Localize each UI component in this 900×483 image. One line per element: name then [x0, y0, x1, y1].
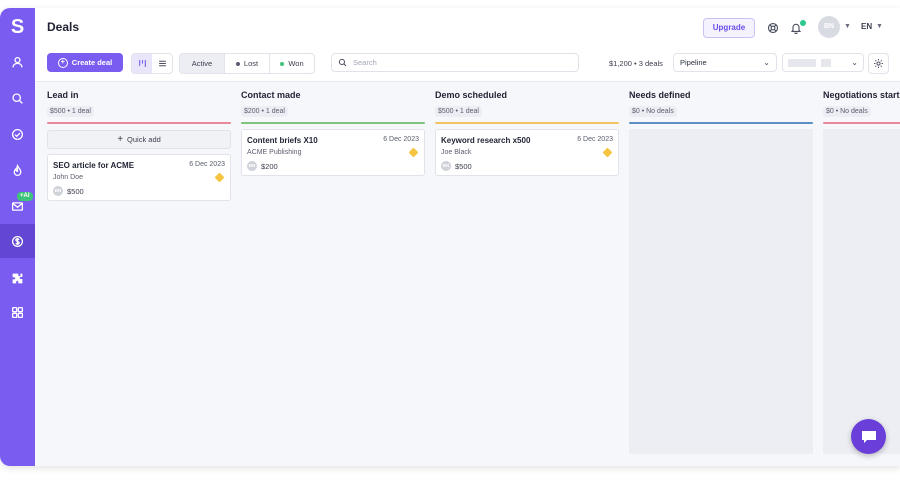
- column-meta: $200 • 1 deal: [241, 106, 288, 117]
- deal-title: SEO article for ACME: [53, 161, 135, 170]
- chevron-down-icon[interactable]: ▼: [876, 23, 883, 30]
- deal-contact[interactable]: Joe Black: [441, 149, 471, 156]
- deal-date: 6 Dec 2023: [189, 161, 225, 168]
- app-window: S +AI Deals Upgrade BN ▼ EN ▼ + Create d…: [0, 8, 900, 466]
- column-color-bar: [241, 122, 425, 124]
- column-lead-in: Lead in $500 • 1 deal + Quick add SEO ar…: [47, 90, 231, 201]
- upgrade-button[interactable]: Upgrade: [703, 18, 755, 38]
- deal-title: Content briefs X10: [247, 136, 318, 145]
- column-needs-defined: Needs defined $0 • No deals: [629, 90, 813, 454]
- priority-diamond-icon: [408, 147, 419, 158]
- column-title: Demo scheduled: [435, 90, 508, 100]
- empty-drop-zone[interactable]: [823, 129, 900, 454]
- chevron-down-icon: ⌄: [763, 58, 770, 67]
- deal-amount: $200: [261, 162, 278, 171]
- column-color-bar: [47, 122, 231, 124]
- column-demo-scheduled: Demo scheduled $500 • 1 deal Keyword res…: [435, 90, 619, 176]
- column-color-bar: [435, 122, 619, 124]
- deal-card[interactable]: Keyword research x500 6 Dec 2023 Joe Bla…: [435, 129, 619, 176]
- column-contact-made: Contact made $200 • 1 deal Content brief…: [241, 90, 425, 176]
- deals-summary: $1,200 • 3 deals: [609, 59, 663, 68]
- deal-amount: $500: [67, 187, 84, 196]
- puzzle-icon[interactable]: [0, 264, 35, 292]
- column-meta: $0 • No deals: [629, 106, 677, 117]
- column-title: Needs defined: [629, 90, 691, 100]
- search-placeholder: Search: [353, 58, 377, 67]
- column-meta: $0 • No deals: [823, 106, 871, 117]
- avatar: BN: [441, 161, 451, 171]
- quick-add-button[interactable]: + Quick add: [47, 130, 231, 149]
- plus-circle-icon: +: [57, 57, 68, 68]
- empty-drop-zone[interactable]: [629, 129, 813, 454]
- column-color-bar: [823, 122, 900, 124]
- pipeline-select[interactable]: Pipeline ⌄: [673, 53, 777, 72]
- sidebar: S +AI: [0, 8, 35, 466]
- deal-title: Keyword research x500: [441, 136, 531, 145]
- chevron-down-icon: ⌄: [851, 58, 858, 67]
- check-circle-icon[interactable]: [0, 120, 35, 148]
- kanban-view-icon[interactable]: [132, 54, 152, 73]
- deal-contact[interactable]: John Doe: [53, 174, 83, 181]
- won-dot: [280, 61, 285, 66]
- deal-card[interactable]: SEO article for ACME 6 Dec 2023 John Doe…: [47, 154, 231, 201]
- deal-amount: $500: [455, 162, 472, 171]
- mail-icon[interactable]: [0, 192, 35, 220]
- gear-icon: [874, 59, 883, 68]
- column-title: Contact made: [241, 90, 301, 100]
- notification-dot: [800, 20, 806, 26]
- priority-diamond-icon: [602, 147, 613, 158]
- page-title: Deals: [47, 20, 80, 34]
- fire-icon[interactable]: [0, 156, 35, 184]
- column-title: Lead in: [47, 90, 79, 100]
- column-meta: $500 • 1 deal: [435, 106, 482, 117]
- chevron-down-icon[interactable]: ▼: [844, 23, 851, 30]
- column-title: Negotiations start: [823, 90, 900, 100]
- user-icon[interactable]: [0, 48, 35, 76]
- deal-board: Lead in $500 • 1 deal + Quick add SEO ar…: [47, 90, 900, 466]
- deal-contact[interactable]: ACME Publishing: [247, 149, 301, 156]
- avatar[interactable]: BN: [818, 16, 840, 38]
- avatar: BN: [53, 186, 63, 196]
- column-color-bar: [629, 122, 813, 124]
- help-icon[interactable]: [767, 21, 779, 34]
- search-icon[interactable]: [0, 84, 35, 112]
- status-tab-active[interactable]: Active: [180, 54, 225, 73]
- dollar-icon[interactable]: [0, 224, 35, 258]
- priority-diamond-icon: [214, 172, 225, 183]
- apps-icon[interactable]: [0, 298, 35, 326]
- lost-dot: [235, 61, 240, 66]
- column-negotiations-started: Negotiations start $0 • No deals: [823, 90, 900, 454]
- top-bar: Deals Upgrade BN ▼ EN ▼: [35, 8, 900, 46]
- create-deal-button[interactable]: + Create deal: [47, 53, 123, 72]
- blurred-filter-select[interactable]: ⌄: [782, 53, 864, 72]
- deal-date: 6 Dec 2023: [577, 136, 613, 143]
- app-logo[interactable]: S: [0, 14, 35, 40]
- blurred-block: [821, 58, 831, 67]
- avatar: BN: [247, 161, 257, 171]
- settings-button[interactable]: [868, 53, 889, 74]
- view-toggle: [131, 53, 173, 74]
- list-view-icon[interactable]: [152, 54, 172, 73]
- toolbar: + Create deal Active Lost Won Search $1,…: [35, 45, 900, 82]
- status-tab-lost[interactable]: Lost: [225, 54, 270, 73]
- column-meta: $500 • 1 deal: [47, 106, 94, 117]
- chat-icon: [861, 430, 876, 443]
- main-area: Deals Upgrade BN ▼ EN ▼ + Create deal Ac…: [35, 8, 900, 466]
- language-selector[interactable]: EN: [861, 22, 872, 31]
- search-icon: [338, 58, 347, 67]
- create-deal-label: Create deal: [71, 58, 113, 67]
- deal-date: 6 Dec 2023: [383, 136, 419, 143]
- search-input[interactable]: Search: [331, 53, 579, 72]
- plus-icon: +: [117, 134, 124, 145]
- status-tab-won[interactable]: Won: [270, 54, 314, 73]
- chat-widget-button[interactable]: [851, 419, 886, 454]
- blurred-block: [788, 58, 816, 67]
- status-filter: Active Lost Won: [179, 53, 315, 74]
- deal-card[interactable]: Content briefs X10 6 Dec 2023 ACME Publi…: [241, 129, 425, 176]
